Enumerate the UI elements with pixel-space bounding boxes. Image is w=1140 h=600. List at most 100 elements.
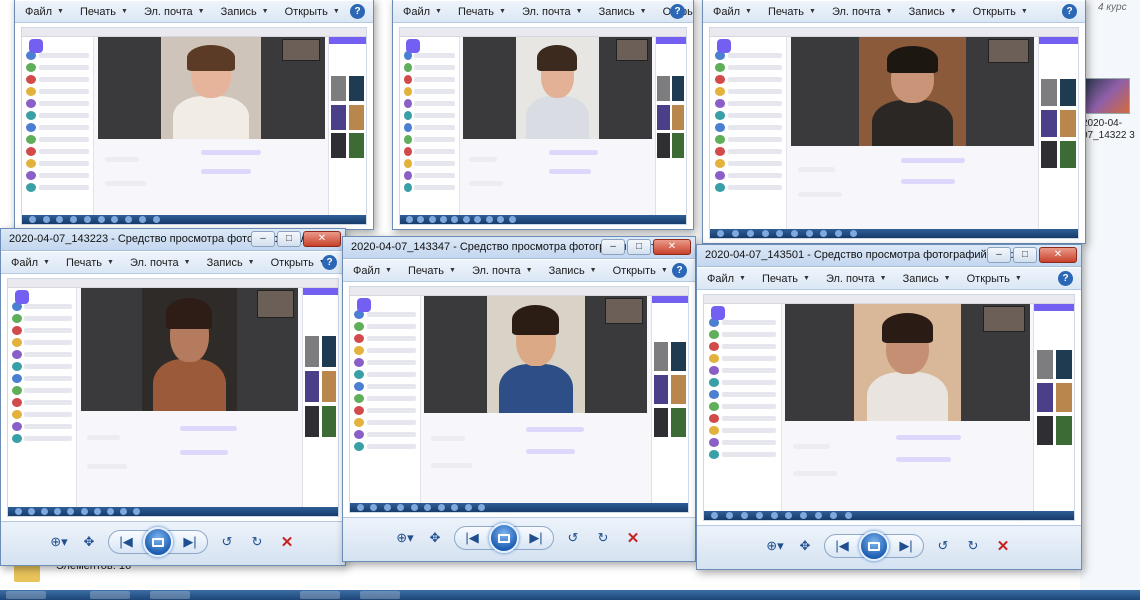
menu-email[interactable]: Эл. почта ▼ <box>130 257 191 269</box>
window-titlebar[interactable]: 2020-04-07_143347 - Средство просмотра ф… <box>343 237 695 259</box>
message-bubble <box>792 443 830 449</box>
rotate-left-icon[interactable]: ↺ <box>932 537 954 555</box>
menu-file[interactable]: Файл ▼ <box>25 6 64 18</box>
window-controls: – □ ✕ <box>987 247 1077 263</box>
menu-email[interactable]: Эл. почта ▼ <box>472 265 533 277</box>
menu-open[interactable]: Открыть▼ <box>271 257 326 269</box>
avatar <box>708 438 720 447</box>
menu-open[interactable]: Открыть▼ <box>967 273 1022 285</box>
menu-print[interactable]: Печать ▼ <box>762 273 810 285</box>
chat-list-row <box>24 316 73 321</box>
menu-burn[interactable]: Запись ▼ <box>207 257 255 269</box>
taskbar-icon <box>770 512 778 519</box>
menu-file[interactable]: Файл ▼ <box>713 6 752 18</box>
rotate-right-icon[interactable]: ↻ <box>592 529 614 547</box>
menu-open[interactable]: Открыть▼ <box>613 265 668 277</box>
photo-thumbnail[interactable] <box>1084 78 1130 114</box>
next-icon[interactable]: ▶| <box>525 529 547 547</box>
minimize-button[interactable]: – <box>987 247 1011 263</box>
menu-email[interactable]: Эл. почта ▼ <box>826 273 887 285</box>
taskbar-icon <box>437 504 445 511</box>
fit-window-icon[interactable]: ✥ <box>78 533 100 551</box>
menu-print[interactable]: Печать ▼ <box>768 6 816 18</box>
menu-label: Печать <box>761 272 799 285</box>
close-button[interactable]: ✕ <box>1039 247 1077 263</box>
menu-burn[interactable]: Запись ▼ <box>903 273 951 285</box>
fit-window-icon[interactable]: ✥ <box>424 529 446 547</box>
menu-open[interactable]: Открыть▼ <box>973 6 1028 18</box>
window-titlebar[interactable]: 2020-04-07_143223 - Средство просмотра ф… <box>1 229 345 251</box>
taskbar-icon <box>41 508 48 515</box>
menu-email[interactable]: Эл. почта ▼ <box>144 6 205 18</box>
slideshow-icon[interactable] <box>143 527 173 557</box>
minimize-button[interactable]: – <box>251 231 275 247</box>
media-tile <box>1055 349 1072 379</box>
maximize-button[interactable]: □ <box>277 231 301 247</box>
zoom-icon[interactable]: ⊕▾ <box>394 529 416 547</box>
chevron-down-icon: ▼ <box>745 8 752 15</box>
taskbar-icon <box>485 216 493 223</box>
menu-file[interactable]: Файл ▼ <box>11 257 50 269</box>
delete-icon[interactable]: ✕ <box>622 529 644 547</box>
menu-file[interactable]: Файл ▼ <box>707 273 746 285</box>
menu-open[interactable]: Открыть▼ <box>285 6 340 18</box>
help-icon[interactable]: ? <box>672 263 687 278</box>
rotate-left-icon[interactable]: ↺ <box>562 529 584 547</box>
menu-burn[interactable]: Запись ▼ <box>549 265 597 277</box>
taskbar-app-button[interactable] <box>150 591 190 599</box>
slideshow-icon[interactable] <box>859 531 889 561</box>
menu-print[interactable]: Печать ▼ <box>66 257 114 269</box>
avatar <box>26 159 37 168</box>
help-icon[interactable]: ? <box>350 4 365 19</box>
video-call-view <box>462 37 652 139</box>
delete-icon[interactable]: ✕ <box>992 537 1014 555</box>
previous-icon[interactable]: |◀ <box>461 529 483 547</box>
rotate-right-icon[interactable]: ↻ <box>246 533 268 551</box>
help-icon[interactable]: ? <box>322 255 337 270</box>
menu-file[interactable]: Файл ▼ <box>353 265 392 277</box>
menu-print[interactable]: Печать ▼ <box>80 6 128 18</box>
help-icon[interactable]: ? <box>1062 4 1077 19</box>
menu-email[interactable]: Эл. почта ▼ <box>522 6 583 18</box>
delete-icon[interactable]: ✕ <box>276 533 298 551</box>
next-icon[interactable]: ▶| <box>895 537 917 555</box>
menu-email[interactable]: Эл. почта ▼ <box>832 6 893 18</box>
minimize-button[interactable]: – <box>601 239 625 255</box>
taskbar-icon <box>717 230 725 237</box>
menu-print[interactable]: Печать ▼ <box>408 265 456 277</box>
menu-burn[interactable]: Запись ▼ <box>221 6 269 18</box>
help-icon[interactable]: ? <box>670 4 685 19</box>
fit-window-icon[interactable]: ✥ <box>794 537 816 555</box>
zoom-icon[interactable]: ⊕▾ <box>48 533 70 551</box>
avatar <box>708 426 720 435</box>
taskbar-app-button[interactable] <box>300 591 340 599</box>
maximize-button[interactable]: □ <box>627 239 651 255</box>
chevron-down-icon: ▼ <box>803 275 810 282</box>
rotate-left-icon[interactable]: ↺ <box>216 533 238 551</box>
menu-print[interactable]: Печать ▼ <box>458 6 506 18</box>
avatar <box>708 342 720 351</box>
close-button[interactable]: ✕ <box>303 231 341 247</box>
previous-icon[interactable]: |◀ <box>115 533 137 551</box>
slideshow-icon[interactable] <box>489 523 519 553</box>
menu-burn[interactable]: Запись ▼ <box>599 6 647 18</box>
windows-taskbar[interactable] <box>0 590 1140 600</box>
taskbar-icon <box>835 230 843 237</box>
zoom-icon[interactable]: ⊕▾ <box>764 537 786 555</box>
taskbar-app-button[interactable] <box>90 591 130 599</box>
menu-burn[interactable]: Запись ▼ <box>909 6 957 18</box>
menu-file[interactable]: Файл ▼ <box>403 6 442 18</box>
previous-icon[interactable]: |◀ <box>831 537 853 555</box>
start-button[interactable] <box>6 591 46 599</box>
next-icon[interactable]: ▶| <box>179 533 201 551</box>
maximize-button[interactable]: □ <box>1013 247 1037 263</box>
slideshow-glyph <box>498 533 510 543</box>
close-button[interactable]: ✕ <box>653 239 691 255</box>
taskbar-app-button[interactable] <box>360 591 400 599</box>
help-icon[interactable]: ? <box>1058 271 1073 286</box>
chat-list-row <box>728 65 782 70</box>
media-tile <box>1059 109 1076 137</box>
self-video-preview <box>987 39 1029 64</box>
window-titlebar[interactable]: 2020-04-07_143501 - Средство просмотра ф… <box>697 245 1081 267</box>
rotate-right-icon[interactable]: ↻ <box>962 537 984 555</box>
